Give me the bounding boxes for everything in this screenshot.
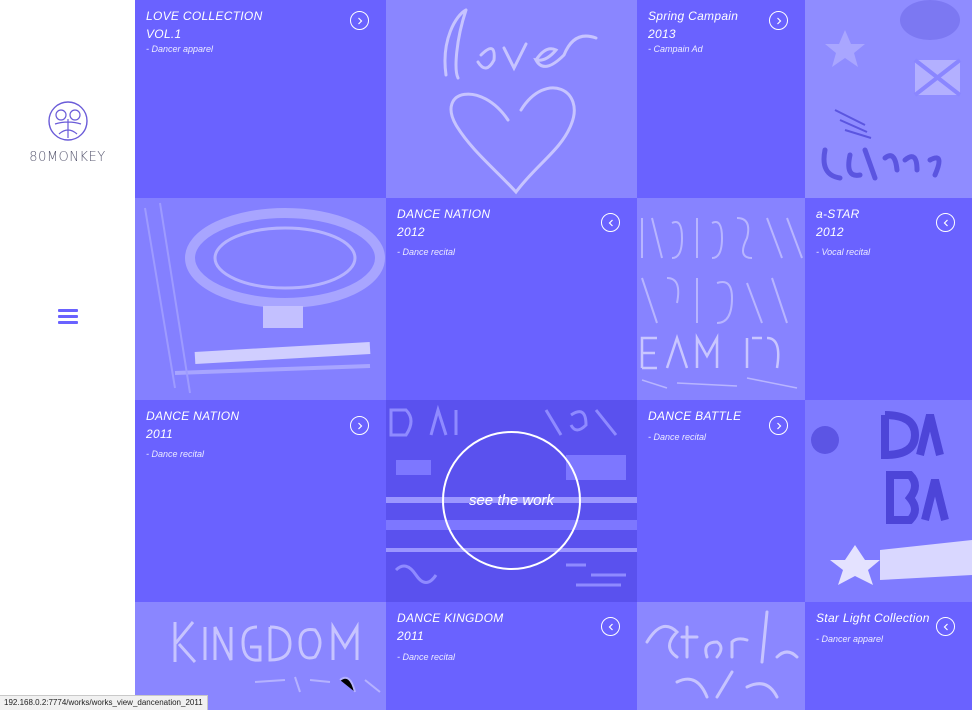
- chevron-right-icon: [776, 422, 781, 429]
- work-image-dance-battle[interactable]: [805, 400, 972, 602]
- open-work-button[interactable]: [769, 11, 788, 30]
- work-category: - Dancer apparel: [816, 634, 884, 644]
- menu-button[interactable]: [58, 307, 78, 327]
- browser-status-url: 192.168.0.2:7774/works/works_view_dancen…: [0, 695, 208, 710]
- work-card-love-collection[interactable]: LOVE COLLECTION VOL.1 - Dancer apparel: [135, 0, 386, 198]
- chevron-left-icon: [943, 623, 948, 630]
- previous-work-button[interactable]: [601, 213, 620, 232]
- previous-work-button[interactable]: [601, 617, 620, 636]
- work-card-dance-nation-2011[interactable]: DANCE NATION 2011 - Dance recital: [135, 400, 386, 602]
- work-title: a-STAR 2012: [816, 207, 860, 239]
- work-card-dance-nation-2012[interactable]: DANCE NATION 2012 - Dance recital: [386, 198, 637, 400]
- work-title: DANCE NATION 2012: [397, 207, 491, 239]
- work-image-love[interactable]: [386, 0, 637, 198]
- work-title: Star Light Collection: [816, 611, 930, 625]
- work-category: - Campain Ad: [648, 44, 703, 54]
- monkey-logo-icon: [47, 101, 88, 141]
- dance-kingdom-lettering-image: [173, 621, 381, 693]
- work-category: - Dance recital: [648, 432, 707, 442]
- work-title: LOVE COLLECTION VOL.1: [146, 9, 263, 41]
- previous-work-button[interactable]: [936, 213, 955, 232]
- open-work-button[interactable]: [350, 416, 369, 435]
- dance-nation-trophy-image: [144, 202, 385, 394]
- works-grid: LOVE COLLECTION VOL.1 - Dancer apparel S…: [135, 0, 972, 710]
- work-category: - Dancer apparel: [146, 44, 214, 54]
- love-heart-image: [443, 8, 598, 195]
- chevron-right-icon: [776, 17, 781, 24]
- work-card-dance-battle[interactable]: DANCE BATTLE - Dance recital: [637, 400, 805, 602]
- work-card-dance-kingdom[interactable]: DANCE KINGDOM 2011 - Dance recital: [386, 602, 637, 710]
- hamburger-icon: [58, 309, 78, 312]
- chevron-left-icon: [608, 219, 613, 226]
- work-image-dance-nation-2011[interactable]: see the work: [386, 400, 637, 602]
- work-image-dance-nation-2012[interactable]: [135, 198, 386, 400]
- work-title: DANCE KINGDOM 2011: [397, 611, 504, 643]
- work-title: DANCE NATION 2011: [146, 409, 240, 441]
- work-title: DANCE BATTLE: [648, 409, 742, 423]
- dance-battle-poster-image: [811, 411, 972, 585]
- work-category: - Dance recital: [397, 247, 456, 257]
- star-light-lettering-image: [645, 610, 799, 699]
- open-work-button[interactable]: [350, 11, 369, 30]
- logo[interactable]: 80MONKEY: [0, 100, 135, 165]
- work-image-star-light[interactable]: [637, 602, 805, 710]
- work-category: - Vocal recital: [816, 247, 871, 257]
- chevron-left-icon: [608, 623, 613, 630]
- previous-work-button[interactable]: [936, 617, 955, 636]
- work-category: - Dance recital: [146, 449, 205, 459]
- work-image-a-star[interactable]: [637, 198, 805, 400]
- chevron-right-icon: [357, 17, 362, 24]
- challenge-tshirt-image: [821, 0, 962, 181]
- work-image-dance-kingdom[interactable]: [135, 602, 386, 710]
- brand-name: 80MONKEY: [29, 150, 106, 165]
- work-card-spring-campain[interactable]: Spring Campain 2013 - Campain Ad: [637, 0, 805, 198]
- chevron-right-icon: [357, 422, 362, 429]
- open-work-button[interactable]: [769, 416, 788, 435]
- a-star-lettering-image: [640, 217, 803, 389]
- work-image-challenge[interactable]: [805, 0, 972, 198]
- work-card-star-light-collection[interactable]: Star Light Collection - Dancer apparel: [805, 602, 972, 710]
- work-title: Spring Campain 2013: [648, 9, 739, 41]
- sidebar: 80MONKEY: [0, 0, 135, 710]
- see-the-work-button[interactable]: see the work: [442, 431, 581, 570]
- work-category: - Dance recital: [397, 652, 456, 662]
- work-card-a-star[interactable]: a-STAR 2012 - Vocal recital: [805, 198, 972, 400]
- chevron-left-icon: [943, 219, 948, 226]
